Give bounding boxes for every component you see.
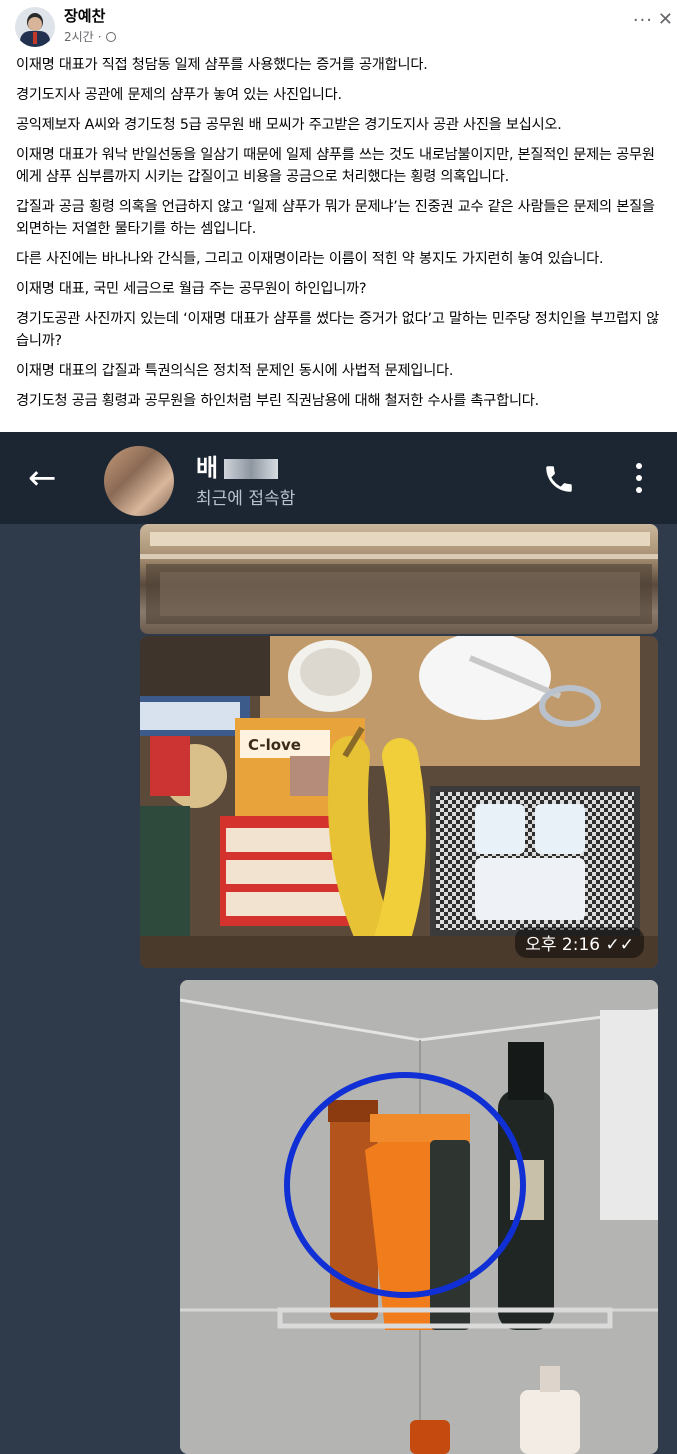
- post-paragraph: 경기도청 공금 횡령과 공무원을 하인처럼 부린 직권남용에 대해 철저한 수사…: [16, 393, 539, 409]
- phone-icon[interactable]: [542, 462, 576, 496]
- photo-drawer[interactable]: C-love 오후 2:16 ✓✓: [140, 636, 658, 968]
- name-blur: [224, 459, 279, 479]
- more-vertical-icon[interactable]: [636, 462, 642, 494]
- author-name[interactable]: 장예찬: [64, 5, 105, 26]
- post-paragraph: 이재명 대표, 국민 세금으로 월급 주는 공무원이 하인입니까?: [16, 281, 367, 297]
- post-paragraph: 공익제보자 A씨와 경기도청 5급 공무원 배 모씨가 주고받은 경기도지사 공…: [16, 117, 562, 133]
- read-checkmarks-icon: ✓✓: [605, 935, 635, 955]
- close-icon[interactable]: ✕: [658, 9, 673, 30]
- contact-name[interactable]: 배: [196, 448, 279, 483]
- more-options-icon[interactable]: ···: [633, 10, 653, 31]
- photo-cabinet[interactable]: [140, 524, 658, 634]
- post-paragraph: 이재명 대표의 갑질과 특권의식은 정치적 문제인 동시에 사법적 문제입니다.: [16, 363, 454, 379]
- globe-icon: [105, 31, 116, 42]
- post-time[interactable]: 2시간: [64, 28, 94, 45]
- contact-status: 최근에 접속함: [196, 489, 296, 509]
- post-paragraph: 경기도공관 사진까지 있는데 ‘이재명 대표가 샴푸를 썼다는 증거가 없다’고…: [16, 311, 660, 349]
- post-paragraph: 다른 사진에는 바나나와 간식들, 그리고 이재명이라는 이름이 적힌 약 봉지…: [16, 251, 604, 267]
- post-text: 이재명 대표가 직접 청담동 일제 샴푸를 사용했다는 증거를 공개합니다. 경…: [16, 54, 666, 420]
- photo-bathroom-shelf[interactable]: [180, 980, 658, 1454]
- post-paragraph: 이재명 대표가 워낙 반일선동을 일삼기 때문에 일제 샴푸를 쓰는 것도 내로…: [16, 147, 655, 185]
- drawer-image: C-love: [140, 636, 658, 968]
- post-paragraph: 이재명 대표가 직접 청담동 일제 샴푸를 사용했다는 증거를 공개합니다.: [16, 57, 428, 73]
- author-avatar[interactable]: [15, 7, 55, 47]
- bathroom-image: [180, 980, 658, 1454]
- post-paragraph: 갑질과 공금 횡령 의혹을 언급하지 않고 ‘일제 샴푸가 뭐가 문제냐’는 진…: [16, 199, 655, 237]
- cabinet-image: [140, 532, 658, 624]
- chat-header: ← 배 최근에 접속함: [0, 432, 677, 524]
- snack-label: C-love: [248, 736, 301, 754]
- contact-avatar[interactable]: [104, 446, 174, 516]
- post-paragraph: 경기도지사 공관에 문제의 샴푸가 놓여 있는 사진입니다.: [16, 87, 342, 103]
- post-header: 장예찬 2시간 · ··· ✕: [0, 0, 677, 52]
- chat-screenshot[interactable]: ← 배 최근에 접속함 C-love 오후 2:16 ✓✓: [0, 432, 677, 1454]
- post-meta: 2시간 ·: [64, 28, 116, 45]
- arrow-left-icon[interactable]: ←: [28, 458, 57, 498]
- message-timestamp: 오후 2:16 ✓✓: [515, 927, 644, 958]
